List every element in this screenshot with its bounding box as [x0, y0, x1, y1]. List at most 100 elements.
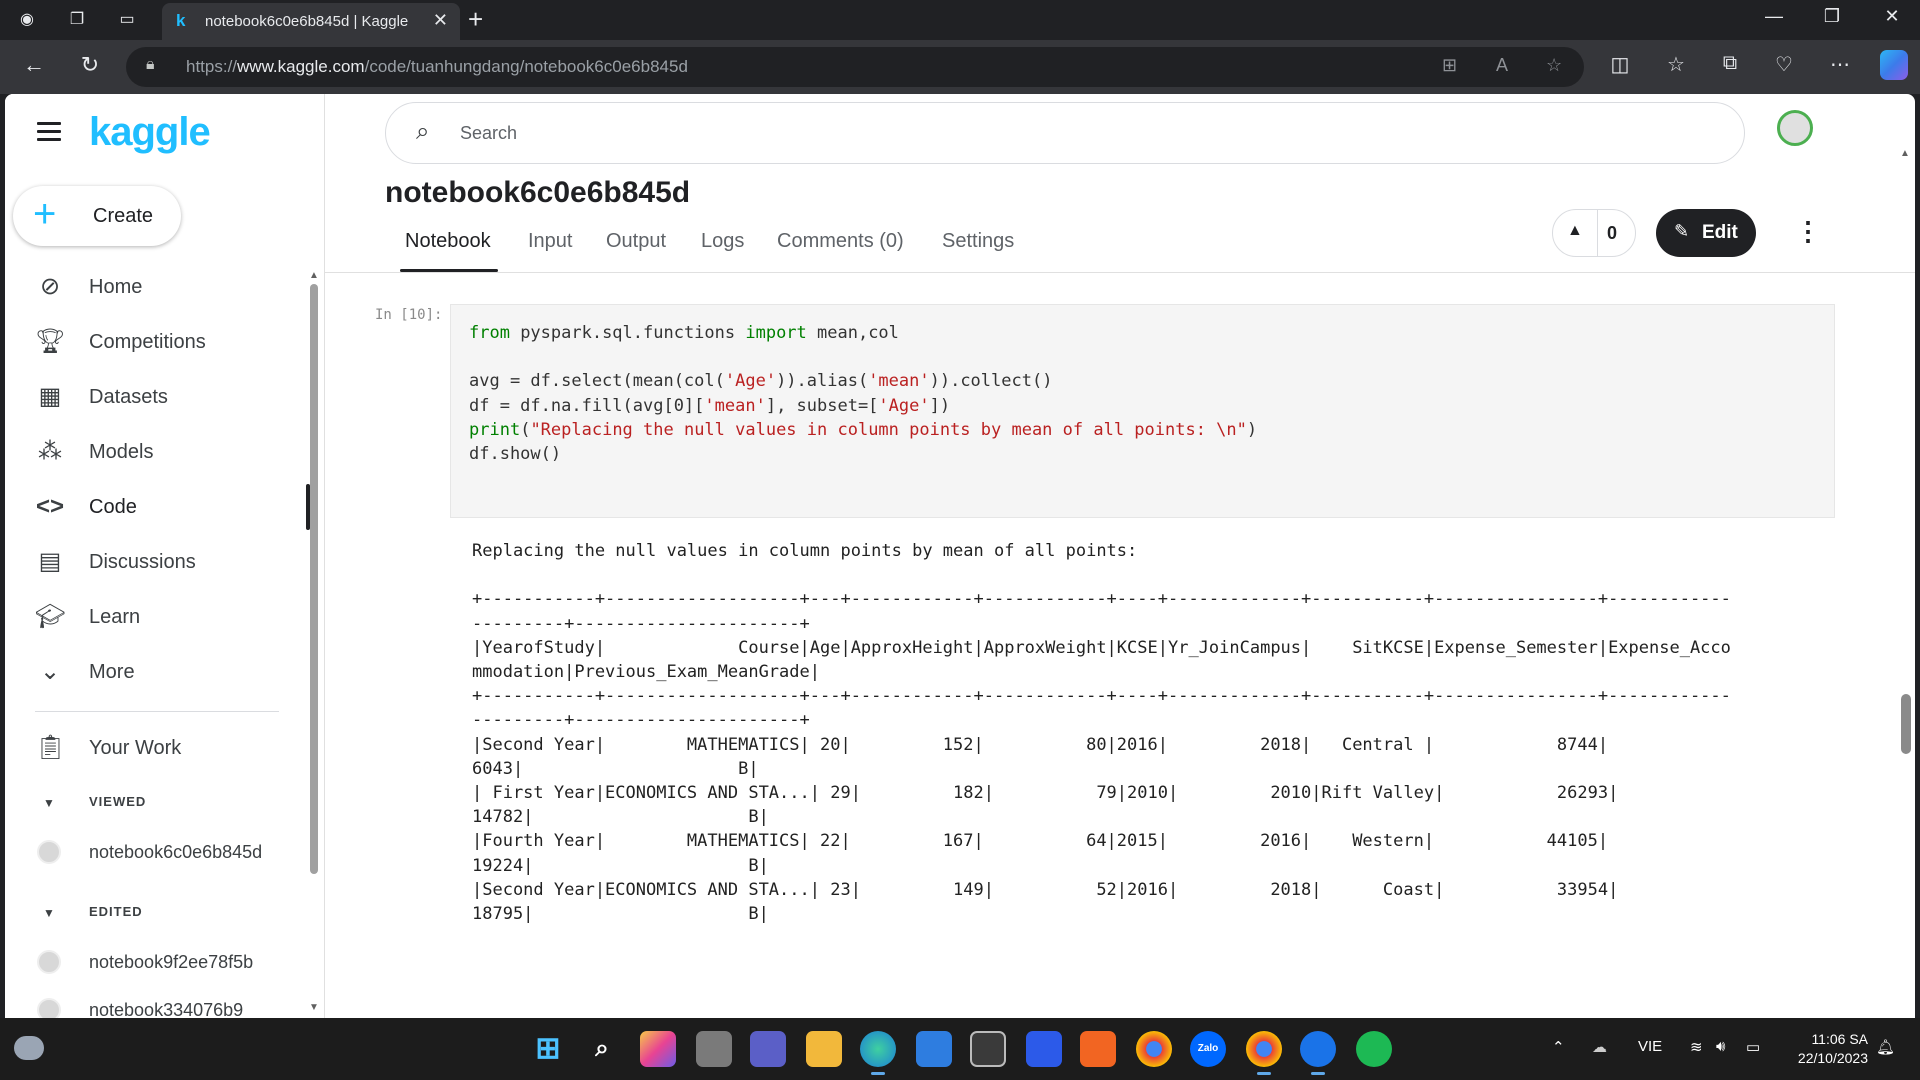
spotify-icon[interactable] [1356, 1031, 1392, 1067]
keyword: print [469, 419, 521, 440]
scroll-up-icon[interactable]: ▲ [1900, 148, 1910, 159]
keyword: from [469, 323, 510, 343]
clock[interactable]: 11:06 SA 22/10/2023 [1786, 1030, 1868, 1068]
sidebar-item-models[interactable]: ⁂ Models [5, 425, 310, 479]
edge-icon[interactable] [860, 1031, 896, 1075]
favorites-icon[interactable]: ☆ [1660, 52, 1692, 77]
weather-icon[interactable] [14, 1036, 44, 1060]
teams-icon[interactable] [750, 1031, 786, 1067]
collections-icon[interactable]: ⧉ [1714, 52, 1746, 75]
code-icon: <> [35, 493, 65, 520]
restore-icon[interactable]: ❐ [1812, 6, 1852, 27]
browser-essentials-icon[interactable]: ♡ [1768, 52, 1800, 77]
split-screen-icon[interactable]: ◫ [1604, 52, 1636, 77]
sidebar-item-home[interactable]: ⊘ Home [5, 260, 310, 314]
lock-icon[interactable]: 🔒︎ [146, 56, 155, 74]
scroll-down-icon[interactable]: ▼ [309, 1002, 319, 1013]
viewed-section-header: VIEWED [89, 794, 147, 809]
keyword: import [745, 323, 807, 343]
network-off-icon[interactable]: ☁ [1592, 1038, 1607, 1056]
new-tab-icon[interactable]: + [468, 4, 483, 35]
read-aloud-icon[interactable]: A [1496, 55, 1508, 76]
chrome-icon[interactable] [1136, 1031, 1172, 1067]
wifi-icon[interactable]: ≋ [1690, 1038, 1703, 1056]
unity-icon[interactable] [970, 1031, 1006, 1067]
clock-date: 22/10/2023 [1797, 1050, 1868, 1066]
notebook-avatar-icon [37, 950, 61, 974]
sidebar-item-competitions[interactable]: 🏆︎ Competitions [5, 315, 310, 369]
reload-icon[interactable]: ↻ [72, 52, 108, 78]
workspaces-icon[interactable]: ❐ [62, 6, 92, 34]
code-cell[interactable]: from pyspark.sql.functions import mean,c… [450, 304, 1835, 518]
hamburger-menu-icon[interactable] [37, 122, 61, 146]
start-icon[interactable]: ⊞ [530, 1031, 566, 1067]
favorite-star-icon[interactable]: ☆ [1546, 55, 1562, 76]
app-icon[interactable] [1300, 1031, 1336, 1075]
profile-icon[interactable]: ◉ [12, 6, 42, 34]
trophy-icon: 🏆︎ [35, 328, 66, 355]
scroll-up-icon[interactable]: ▲ [309, 270, 319, 281]
sidebar-item-learn[interactable]: 🎓︎ Learn [5, 590, 310, 644]
tab-input[interactable]: Input [528, 230, 572, 253]
copilot-pre-icon[interactable] [640, 1031, 676, 1067]
upvote-icon[interactable]: ▲ [1567, 222, 1583, 240]
sidebar-item-more[interactable]: ⌄ More [5, 645, 310, 699]
user-avatar[interactable] [1777, 110, 1813, 146]
kaggle-logo[interactable]: kaggle [89, 110, 211, 155]
show-hidden-icons-icon[interactable]: ⌃ [1552, 1038, 1565, 1056]
close-tab-icon[interactable]: ✕ [433, 10, 448, 31]
cell-prompt: In [10]: [375, 307, 443, 323]
tab-actions-icon[interactable]: ▭ [112, 6, 142, 34]
edited-notebook-link[interactable]: notebook334076b9 [89, 1000, 243, 1018]
copilot-icon[interactable] [1880, 50, 1908, 80]
search-input[interactable]: ⌕ Search [385, 102, 1745, 164]
task-view-icon[interactable] [696, 1031, 732, 1067]
sidebar-item-your-work[interactable]: 📋︎ Your Work [5, 721, 310, 775]
scrollbar-thumb[interactable] [1901, 694, 1911, 754]
mathpix-icon[interactable] [1026, 1031, 1062, 1067]
kaggle-page: kaggle + Create ⊘ Home 🏆︎ Competitions ▦… [5, 94, 1915, 1018]
edit-button[interactable]: ✎ Edit [1656, 209, 1756, 257]
sidebar-item-label: Home [89, 276, 143, 298]
collapse-edited-icon[interactable]: ▼ [43, 906, 55, 920]
scrollbar-thumb[interactable] [310, 284, 318, 874]
sidebar-item-discussions[interactable]: ▤ Discussions [5, 535, 310, 589]
notification-bell-icon[interactable]: 🔔︎ [1876, 1038, 1895, 1056]
file-explorer-icon[interactable] [806, 1031, 842, 1067]
main-scrollbar[interactable]: ▲ [1900, 148, 1912, 1018]
more-menu-icon[interactable]: ⋯ [1824, 52, 1856, 77]
browser-tab-strip: ◉ ❐ ▭ k notebook6c0e6b845d | Kaggle ✕ + … [0, 0, 1920, 40]
store-icon[interactable] [916, 1031, 952, 1067]
volume-icon[interactable]: 🔊︎ [1716, 1038, 1725, 1055]
battery-icon[interactable]: ▭ [1746, 1038, 1760, 1056]
compass-icon: ⊘ [39, 273, 61, 300]
tab-output[interactable]: Output [606, 230, 666, 253]
app-available-icon[interactable]: ⊞ [1442, 55, 1457, 76]
more-options-icon[interactable]: ⋮ [1795, 211, 1821, 251]
edited-notebook-link[interactable]: notebook9f2ee78f5b [89, 952, 253, 973]
url-bar[interactable]: 🔒︎ https://www.kaggle.com/code/tuanhungd… [126, 47, 1584, 87]
sidebar-scrollbar[interactable]: ▲ ▼ [309, 270, 319, 1014]
tab-logs[interactable]: Logs [701, 230, 744, 253]
sidebar-item-datasets[interactable]: ▦ Datasets [5, 370, 310, 424]
back-icon[interactable]: ← [16, 52, 52, 78]
search-icon[interactable]: ⌕ [584, 1031, 620, 1067]
close-window-icon[interactable]: ✕ [1872, 6, 1912, 27]
minimize-icon[interactable]: — [1754, 6, 1794, 27]
tab-notebook[interactable]: Notebook [405, 230, 491, 253]
browser-tab-active[interactable]: k notebook6c0e6b845d | Kaggle ✕ [162, 3, 460, 40]
sidebar-item-code[interactable]: <> Code [5, 480, 310, 534]
xampp-icon[interactable] [1080, 1031, 1116, 1067]
url-text[interactable]: https://www.kaggle.com/code/tuanhungdang… [186, 57, 688, 77]
sidebar-item-label: Competitions [89, 331, 206, 353]
kaggle-favicon-icon: k [176, 11, 186, 30]
vote-count: 0 [1607, 223, 1618, 243]
tab-comments[interactable]: Comments (0) [777, 230, 904, 253]
chrome-profile-icon[interactable] [1246, 1031, 1282, 1075]
viewed-notebook-link[interactable]: notebook6c0e6b845d [89, 842, 262, 863]
zalo-icon[interactable]: Zalo [1190, 1031, 1226, 1067]
collapse-viewed-icon[interactable]: ▼ [43, 796, 55, 810]
create-button[interactable]: + Create [13, 186, 181, 246]
language-indicator[interactable]: VIE [1638, 1038, 1662, 1055]
tab-settings[interactable]: Settings [942, 230, 1014, 253]
